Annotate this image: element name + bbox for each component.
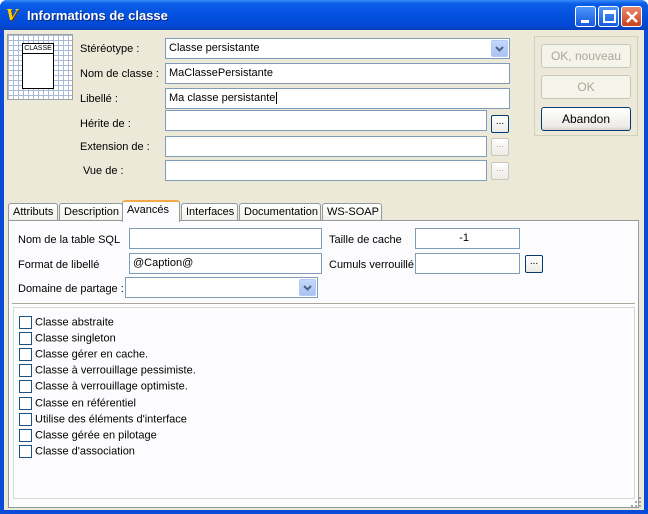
tab-attributs[interactable]: Attributs [8,203,58,221]
dialog-window: V Informations de classe CLASSE Stéréoty… [0,0,648,514]
checkbox-icon[interactable] [19,413,32,426]
checkbox-interface-elements[interactable]: Utilise des éléments d'interface [19,413,187,428]
inherits-browse-button[interactable]: ... [491,115,509,133]
chevron-down-icon[interactable] [491,40,508,57]
resize-grip-icon[interactable] [630,496,642,508]
class-diagram-icon: CLASSE [7,34,73,100]
close-button[interactable] [621,6,642,27]
tab-interfaces[interactable]: Interfaces [181,203,238,221]
window-title: Informations de classe [27,8,168,23]
inherits-label: Hérite de : [80,118,131,130]
class-name-value: MaClassePersistante [169,67,273,79]
checkbox-icon[interactable] [19,348,32,361]
locked-totals-browse-button[interactable]: ... [525,255,543,273]
checkbox-icon[interactable] [19,445,32,458]
ok-new-button[interactable]: OK, nouveau [541,44,631,68]
checkbox-optimistic-lock[interactable]: Classe à verrouillage optimiste. [19,380,188,395]
maximize-button[interactable] [598,6,619,27]
cache-size-value: -1 [459,232,469,244]
checkbox-icon[interactable] [19,332,32,345]
checkbox-pessimistic-lock[interactable]: Classe à verrouillage pessimiste. [19,364,196,379]
checkbox-icon[interactable] [19,429,32,442]
checkbox-label: Classe en référentiel [35,397,136,410]
libelle-value: Ma classe persistante [169,92,276,104]
checkbox-label: Classe gérée en pilotage [35,429,157,442]
title-bar[interactable]: V Informations de classe [0,0,648,30]
checkbox-label: Classe d'association [35,445,135,458]
checkbox-repository-class[interactable]: Classe en référentiel [19,397,136,412]
view-browse-button[interactable]: ... [491,162,509,180]
caption-format-label: Format de libellé [18,259,100,271]
action-buttons-group: OK, nouveau OK Abandon [534,36,638,136]
checkbox-association-class[interactable]: Classe d'association [19,445,135,460]
caption-format-value: @Caption@ [133,257,194,269]
section-divider [12,303,635,305]
class-box-icon: CLASSE [22,43,54,89]
libelle-input[interactable]: Ma classe persistante​ [165,88,510,109]
share-domain-combo[interactable] [125,277,318,298]
checkbox-label: Classe à verrouillage optimiste. [35,380,188,393]
class-name-input[interactable]: MaClassePersistante [165,63,510,84]
checkbox-icon[interactable] [19,364,32,377]
extension-label: Extension de : [80,141,150,153]
view-input[interactable] [165,160,487,181]
text-caret: ​ [276,92,278,104]
ok-button[interactable]: OK [541,75,631,99]
caption-format-input[interactable]: @Caption@ [129,253,322,274]
checkbox-label: Classe singleton [35,332,116,345]
checkbox-label: Classe à verrouillage pessimiste. [35,364,196,377]
checkbox-label: Classe abstraite [35,316,114,329]
extension-browse-button[interactable]: ... [491,138,509,156]
sql-table-label: Nom de la table SQL [18,234,121,246]
cache-size-label: Taille de cache [329,234,402,246]
checkbox-pilot-managed[interactable]: Classe gérée en pilotage [19,429,157,444]
checkbox-icon[interactable] [19,316,32,329]
share-domain-label: Domaine de partage : [18,283,124,295]
view-label: Vue de : [83,165,124,177]
dialog-client-area: CLASSE Stéréotype : Classe persistante N… [4,30,644,510]
extension-input[interactable] [165,136,487,157]
checkbox-icon[interactable] [19,380,32,393]
close-icon [626,11,638,23]
locked-totals-label: Cumuls verrouillé [329,259,414,271]
chevron-down-icon[interactable] [299,279,316,296]
advanced-tab-panel: Nom de la table SQL Taille de cache -1 F… [8,220,639,508]
cache-size-input[interactable]: -1 [415,228,520,249]
class-box-label: CLASSE [23,45,53,54]
libelle-label: Libellé : [80,93,118,105]
checkbox-singleton-class[interactable]: Classe singleton [19,332,116,347]
checkbox-abstract-class[interactable]: Classe abstraite [19,316,114,331]
checkbox-cached-class[interactable]: Classe gérer en cache. [19,348,148,363]
tab-ws-soap[interactable]: WS-SOAP [322,203,382,221]
tab-documentation[interactable]: Documentation [239,203,321,221]
stereotype-value: Classe persistante [169,42,260,54]
sql-table-input[interactable] [129,228,322,249]
maximize-icon [603,10,616,23]
stereotype-combo[interactable]: Classe persistante [165,38,510,59]
minimize-button[interactable] [575,6,596,27]
tab-description[interactable]: Description [59,203,123,221]
tab-avances[interactable]: Avancés [122,200,180,222]
options-checkbox-group: Classe abstraite Classe singleton Classe… [13,307,635,499]
checkbox-icon[interactable] [19,397,32,410]
locked-totals-input[interactable] [415,253,520,274]
inherits-input[interactable] [165,110,487,131]
checkbox-label: Classe gérer en cache. [35,348,149,361]
checkbox-label: Utilise des éléments d'interface [35,413,187,426]
app-logo-icon: V [6,6,18,24]
class-name-label: Nom de classe : [80,68,159,80]
minimize-icon [581,20,589,23]
cancel-button[interactable]: Abandon [541,107,631,131]
stereotype-label: Stéréotype : [80,43,140,55]
